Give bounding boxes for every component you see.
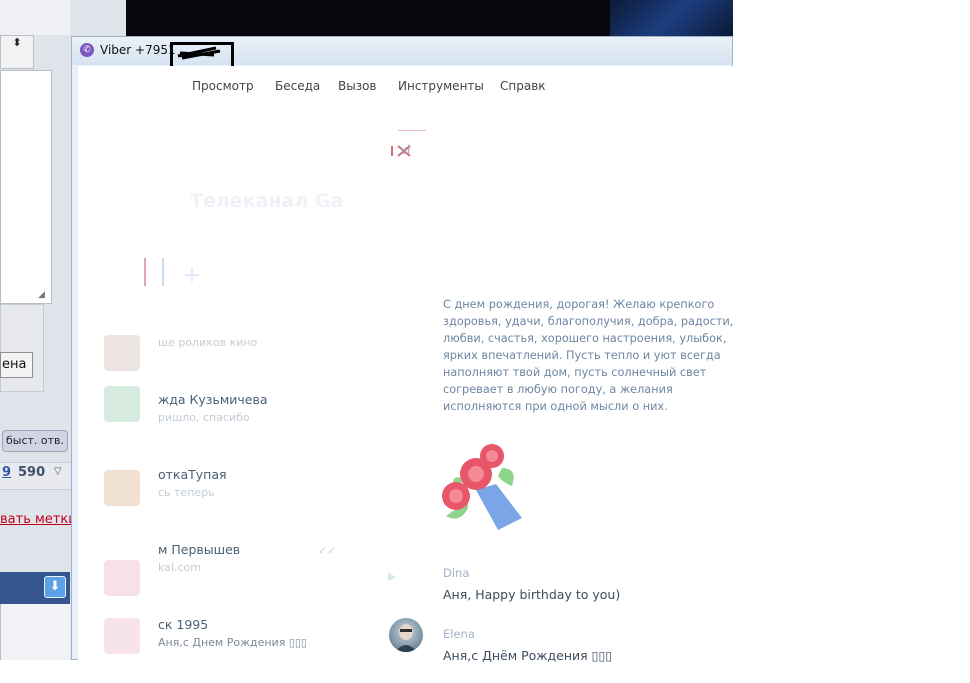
contact-avatar[interactable] (104, 335, 140, 371)
menu-tools[interactable]: Инструменты (398, 79, 484, 93)
conversation-subtitle: vi (400, 143, 411, 157)
download-arrow-button[interactable]: ⬇ (44, 576, 66, 598)
quick-reply-button[interactable]: быст. отв. (2, 430, 68, 452)
contact-name[interactable]: ск 1995 (158, 617, 208, 632)
faded-arrow-icon: ▶ (388, 570, 397, 583)
header-decoration (398, 118, 426, 131)
counter-link[interactable]: 9 (2, 465, 11, 480)
background-bottom-area (0, 604, 70, 660)
message-text: Аня,с Днём Рождения ▯▯▯ (443, 648, 613, 663)
contact-name[interactable]: откаТупая (158, 467, 227, 482)
read-check-icon: ✓✓ (318, 544, 337, 557)
viber-logo-icon: ✆ (80, 43, 94, 57)
set-tags-link[interactable]: вать метки (0, 512, 77, 527)
contact-avatar[interactable] (104, 560, 140, 596)
menu-help[interactable]: Справк (500, 79, 546, 93)
menu-conversation[interactable]: Беседа (275, 79, 320, 93)
contact-avatar[interactable] (104, 618, 140, 654)
reply-textarea[interactable] (0, 70, 52, 304)
birthday-message-text: С днем рождения, дорогая! Желаю крепкого… (443, 298, 734, 413)
desktop-wallpaper-glow (610, 0, 733, 36)
dropdown-arrow-icon[interactable]: ▽ (54, 466, 62, 477)
message-sender: Dina (443, 566, 470, 580)
contact-name[interactable]: жда Кузьмичева (158, 392, 267, 407)
flower-bouquet-sticker (442, 444, 522, 530)
background-app-header (0, 0, 70, 35)
resize-grip-icon[interactable]: ◢ (38, 290, 48, 300)
message-sender: Elena (443, 627, 475, 641)
menu-call[interactable]: Вызов (338, 79, 377, 93)
background-form-panel (0, 304, 44, 392)
contact-last-message: ришло, спасибо (158, 411, 250, 424)
contact-avatar[interactable] (104, 386, 140, 422)
contact-last-message: kal.com (158, 561, 201, 574)
window-title: Viber +7951 (100, 43, 176, 57)
counter-value: 590 (18, 465, 46, 480)
message-text: Аня, Happy birthday to you) (443, 587, 621, 602)
conversation-title: Телеканал Gа (190, 190, 344, 212)
contact-avatar[interactable] (104, 470, 140, 506)
contact-last-message: Аня,с Днем Рождения ▯▯▯ (158, 636, 307, 649)
contact-last-message: ше роликов кино (158, 336, 258, 349)
contact-name[interactable]: м Первышев (158, 542, 240, 557)
contact-last-message: сь теперь (158, 486, 215, 499)
sender-avatar[interactable] (389, 618, 423, 652)
add-contact-icon[interactable]: ＋ (183, 262, 201, 288)
menu-view[interactable]: Просмотр (192, 79, 254, 93)
cancel-button[interactable]: ена (0, 352, 33, 378)
faded-avatar-edge (144, 258, 164, 286)
scroll-arrows-button[interactable]: ⬍ (0, 35, 34, 69)
